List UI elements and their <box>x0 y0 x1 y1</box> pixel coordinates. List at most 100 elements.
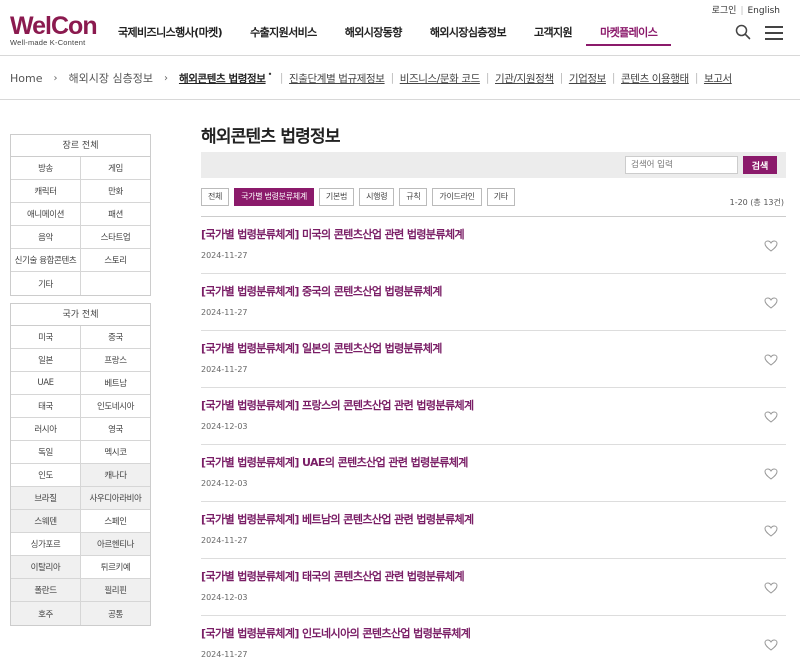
subnav-business-culture[interactable]: 비즈니스/문화 코드 <box>400 71 481 86</box>
country-option[interactable]: 싱가포르 <box>11 533 81 555</box>
country-option[interactable]: 폴란드 <box>11 579 81 601</box>
breadcrumb-home[interactable]: Home <box>10 72 42 85</box>
subcategory-links: 해외콘텐츠 법령정보 • | 진출단계별 법규제정보 | 비즈니스/문화 코드 … <box>179 69 732 86</box>
chip-country-classification[interactable]: 국가별 법령분류체계 <box>234 188 314 206</box>
country-option[interactable]: 캐나다 <box>81 464 150 486</box>
post-title-link[interactable]: [국가별 법령분류체계] 인도네시아의 콘텐츠산업 법령분류체계 <box>201 625 471 641</box>
subnav-legal-info[interactable]: 해외콘텐츠 법령정보 <box>179 71 266 86</box>
country-option[interactable]: 중국 <box>81 326 150 348</box>
heart-icon[interactable] <box>764 411 778 423</box>
genre-option[interactable]: 방송 <box>11 157 81 179</box>
divider: | <box>390 72 395 84</box>
post-date: 2024-11-27 <box>201 308 248 317</box>
subnav-agencies-policy[interactable]: 기관/지원정책 <box>495 71 554 86</box>
country-option[interactable]: 프랑스 <box>81 349 150 371</box>
country-option[interactable]: 독일 <box>11 441 81 463</box>
genre-option[interactable]: 음악 <box>11 226 81 248</box>
genre-option[interactable]: 스타트업 <box>81 226 150 248</box>
search-button[interactable]: 검색 <box>743 156 777 174</box>
chip-other[interactable]: 기타 <box>486 188 515 206</box>
country-row: 스웨덴 스페인 <box>11 510 150 533</box>
genre-option[interactable]: 만화 <box>81 180 150 202</box>
post-title-link[interactable]: [국가별 법령분류체계] 일본의 콘텐츠산업 법령분류체계 <box>201 340 442 356</box>
country-option[interactable]: 태국 <box>11 395 81 417</box>
heart-icon[interactable] <box>764 297 778 309</box>
country-option[interactable]: 러시아 <box>11 418 81 440</box>
list-item: [국가별 법령분류체계] 일본의 콘텐츠산업 법령분류체계 2024-11-27 <box>201 331 786 388</box>
country-option[interactable]: 베트남 <box>81 372 150 394</box>
heart-icon[interactable] <box>764 525 778 537</box>
nav-item-export-support[interactable]: 수출지원서비스 <box>236 24 331 46</box>
country-option[interactable]: 인도 <box>11 464 81 486</box>
site-logo[interactable]: WelCon Well-made K-Content <box>10 14 98 48</box>
post-title-link[interactable]: [국가별 법령분류체계] 베트남의 콘텐츠산업 관련 법령분류체계 <box>201 511 474 527</box>
subnav-reports[interactable]: 보고서 <box>704 71 732 86</box>
hamburger-menu-icon[interactable] <box>764 25 784 41</box>
country-option[interactable]: 일본 <box>11 349 81 371</box>
genre-row: 음악 스타트업 <box>11 226 150 249</box>
genre-option[interactable]: 기타 <box>11 272 81 295</box>
subnav-regulation-by-stage[interactable]: 진출단계별 법규제정보 <box>289 71 385 86</box>
english-link[interactable]: English <box>748 6 781 16</box>
search-icon[interactable] <box>735 24 751 40</box>
nav-item-market-indepth[interactable]: 해외시장심층정보 <box>416 24 520 46</box>
country-option[interactable]: 인도네시아 <box>81 395 150 417</box>
country-option[interactable]: 아르헨티나 <box>81 533 150 555</box>
heart-icon[interactable] <box>764 354 778 366</box>
country-option[interactable]: UAE <box>11 372 81 394</box>
post-title-link[interactable]: [국가별 법령분류체계] 미국의 콘텐츠산업 관련 법령분류체계 <box>201 226 465 242</box>
genre-option[interactable]: 스토리 <box>81 249 150 271</box>
chevron-right-icon: › <box>53 72 58 84</box>
main-content: 해외콘텐츠 법령정보 검색 전체 국가별 법령분류체계 기본법 시행령 규칙 가… <box>201 122 786 664</box>
country-option[interactable]: 튀르키예 <box>81 556 150 578</box>
chip-rules[interactable]: 규칙 <box>399 188 428 206</box>
country-option[interactable]: 스페인 <box>81 510 150 532</box>
post-date: 2024-11-27 <box>201 365 248 374</box>
genre-all[interactable]: 장르 전체 <box>11 135 150 157</box>
genre-option[interactable]: 애니메이션 <box>11 203 81 225</box>
search-input[interactable] <box>625 156 738 174</box>
country-row: 독일 멕시코 <box>11 441 150 464</box>
nav-item-marketplace[interactable]: 마켓플레이스 <box>586 24 672 46</box>
country-option[interactable]: 영국 <box>81 418 150 440</box>
genre-option[interactable]: 패션 <box>81 203 150 225</box>
country-option[interactable]: 호주 <box>11 602 81 625</box>
list-item: [국가별 법령분류체계] 태국의 콘텐츠산업 관련 법령분류체계 2024-12… <box>201 559 786 616</box>
post-title-link[interactable]: [국가별 법령분류체계] 태국의 콘텐츠산업 관련 법령분류체계 <box>201 568 465 584</box>
chip-basic-law[interactable]: 기본법 <box>318 188 355 206</box>
genre-option[interactable]: 신기술 융합콘텐츠 <box>11 249 81 271</box>
country-option[interactable]: 사우디아라비아 <box>81 487 150 509</box>
genre-option[interactable]: 캐릭터 <box>11 180 81 202</box>
login-link[interactable]: 로그인 <box>712 6 737 16</box>
country-option[interactable]: 미국 <box>11 326 81 348</box>
chip-guideline[interactable]: 가이드라인 <box>432 188 482 206</box>
breadcrumb-market-indepth[interactable]: 해외시장 심층정보 <box>68 70 152 86</box>
country-option[interactable]: 공통 <box>81 602 150 625</box>
nav-item-events[interactable]: 국제비즈니스행사(마켓) <box>104 24 236 46</box>
genre-option[interactable]: 게임 <box>81 157 150 179</box>
chip-all[interactable]: 전체 <box>201 188 230 206</box>
heart-icon[interactable] <box>764 582 778 594</box>
country-option[interactable]: 이탈리아 <box>11 556 81 578</box>
country-option[interactable]: 스웨덴 <box>11 510 81 532</box>
post-title-link[interactable]: [국가별 법령분류체계] 프랑스의 콘텐츠산업 관련 법령분류체계 <box>201 397 474 413</box>
nav-item-market-trends[interactable]: 해외시장동향 <box>331 24 416 46</box>
subnav-consumption[interactable]: 콘텐츠 이용행태 <box>621 71 689 86</box>
heart-icon[interactable] <box>764 468 778 480</box>
country-option[interactable]: 필리핀 <box>81 579 150 601</box>
country-option[interactable]: 브라질 <box>11 487 81 509</box>
country-all[interactable]: 국가 전체 <box>11 304 150 326</box>
heart-icon[interactable] <box>764 639 778 651</box>
post-date: 2024-12-03 <box>201 593 248 602</box>
result-count: 1-20 (총 13건) <box>729 198 784 207</box>
genre-row: 애니메이션 패션 <box>11 203 150 226</box>
post-title-link[interactable]: [국가별 법령분류체계] UAE의 콘텐츠산업 관련 법령분류체계 <box>201 454 468 470</box>
heart-icon[interactable] <box>764 240 778 252</box>
genre-empty-cell <box>81 272 150 295</box>
current-marker-icon: • <box>267 69 273 79</box>
post-title-link[interactable]: [국가별 법령분류체계] 중국의 콘텐츠산업 법령분류체계 <box>201 283 442 299</box>
country-option[interactable]: 멕시코 <box>81 441 150 463</box>
chip-enforcement-decree[interactable]: 시행령 <box>359 188 395 206</box>
nav-item-support[interactable]: 고객지원 <box>520 24 586 46</box>
subnav-company-info[interactable]: 기업정보 <box>569 71 606 86</box>
